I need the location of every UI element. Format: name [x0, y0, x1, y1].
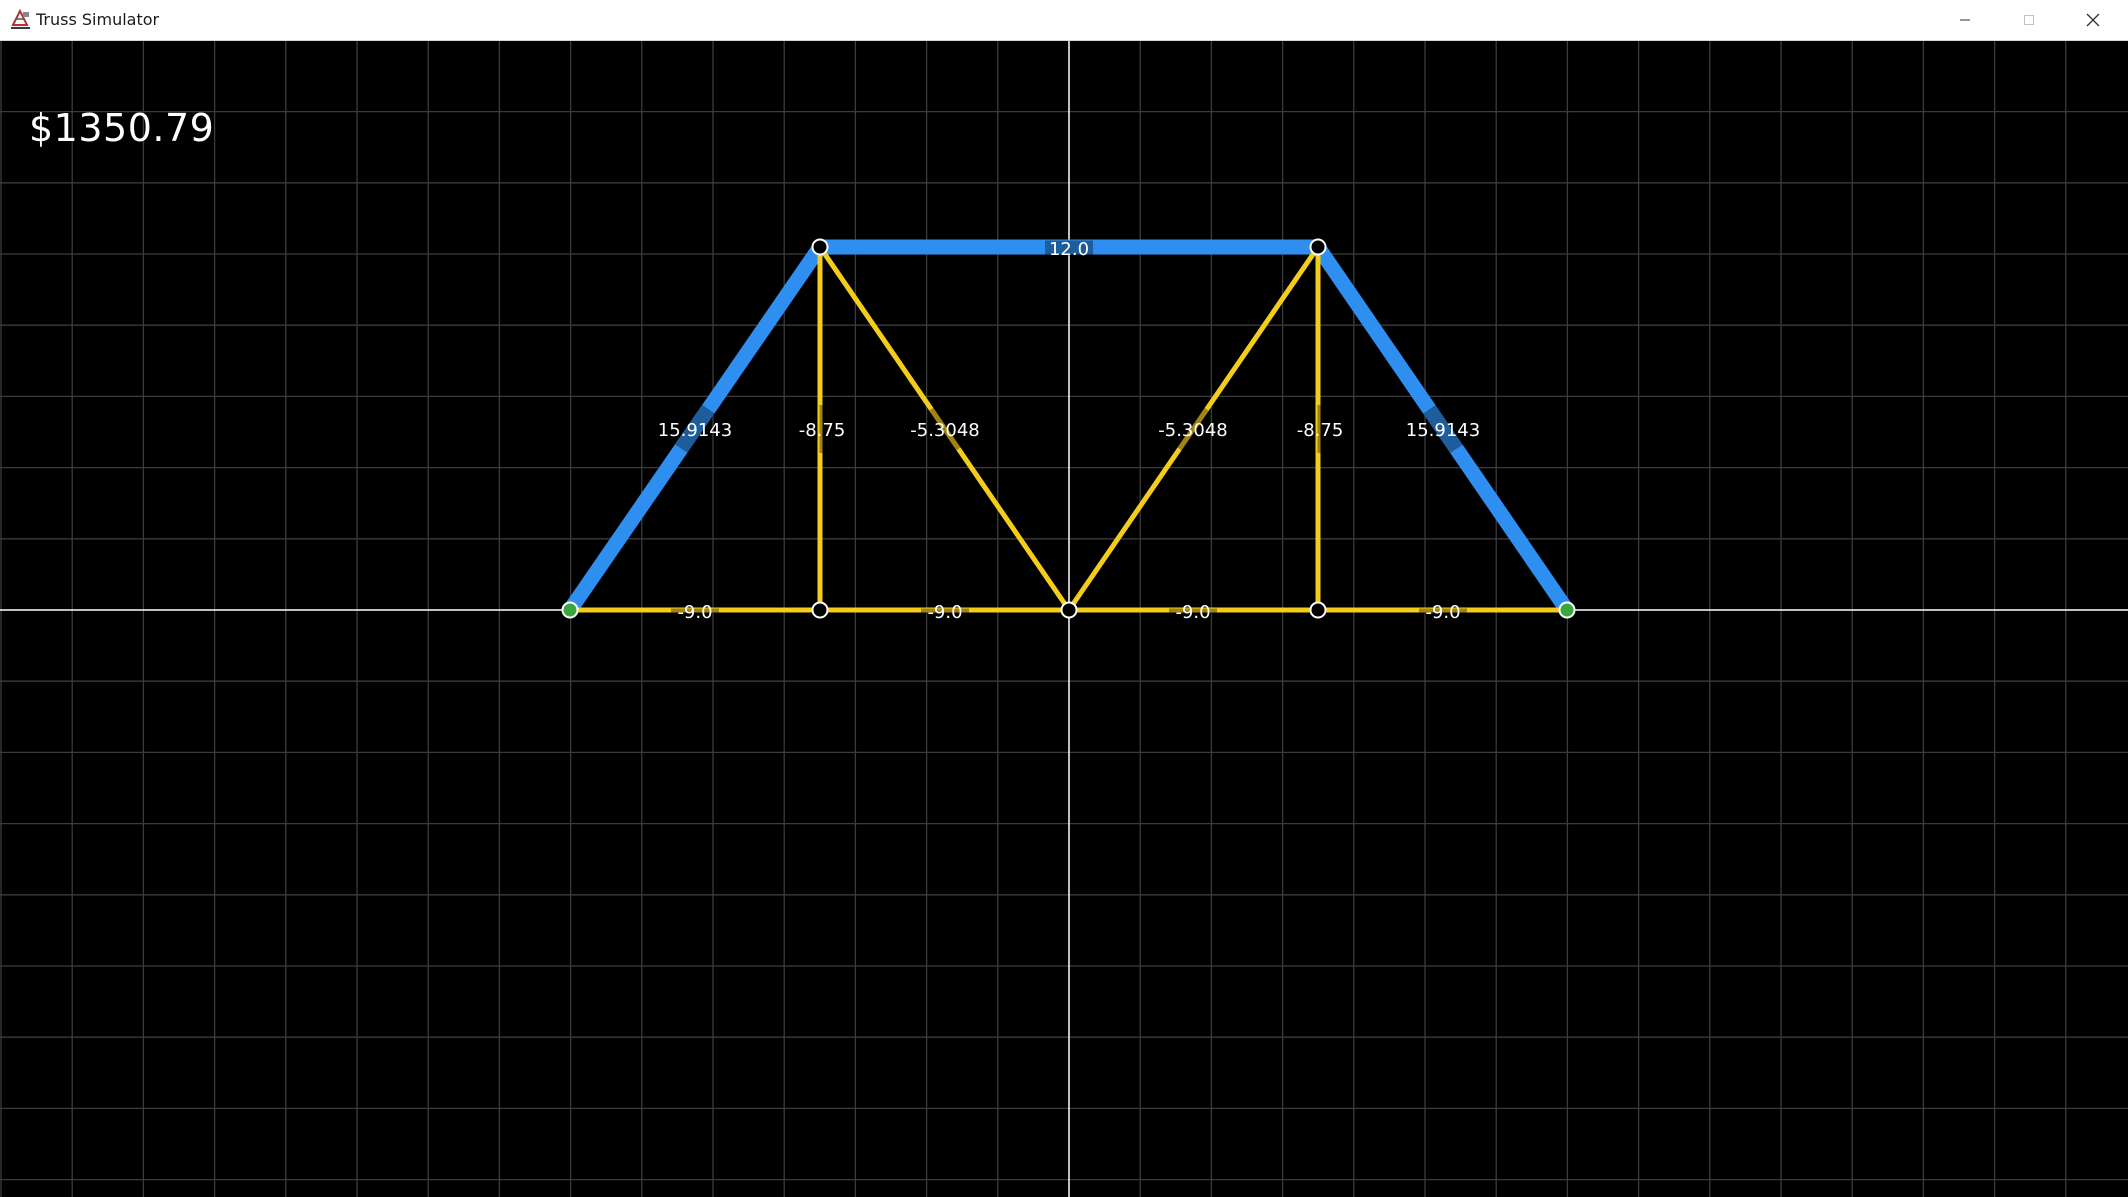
support-joint-A[interactable]	[561, 601, 579, 619]
truss-drawing[interactable]: 15.9143 12.0 15.9143 -8.75 -5.3048 -5.3048 -8.…	[0, 41, 2128, 1197]
cost-display: $1350.79	[29, 106, 215, 150]
truss-simulator-window: Truss Simulator 15.9143 12.0 15.9143 -8.…	[0, 0, 2128, 1197]
window-title: Truss Simulator	[36, 10, 160, 29]
member-force-label: -5.3048	[1158, 420, 1227, 441]
member-force-label: -5.3048	[910, 420, 979, 441]
truss-app-icon	[9, 9, 32, 31]
joint-C[interactable]	[1060, 601, 1078, 619]
member-force-label: 15.9143	[1406, 420, 1480, 441]
joint-G[interactable]	[1309, 238, 1327, 256]
joint-B[interactable]	[811, 601, 829, 619]
close-icon	[2086, 13, 2100, 27]
close-button[interactable]	[2061, 0, 2125, 40]
member-force-label: -8.75	[799, 420, 846, 441]
member-force-label: 15.9143	[658, 420, 732, 441]
joint-D[interactable]	[1309, 601, 1327, 619]
minimize-icon	[1960, 19, 1970, 21]
maximize-button[interactable]	[1997, 0, 2061, 40]
support-joint-E[interactable]	[1558, 601, 1576, 619]
truss-canvas[interactable]: 15.9143 12.0 15.9143 -8.75 -5.3048 -5.3048 -8.…	[0, 41, 2128, 1197]
member-force-label: -9.0	[1425, 602, 1460, 623]
member-force-label: -9.0	[677, 602, 712, 623]
member-force-label: -9.0	[927, 602, 962, 623]
member-force-label: -8.75	[1297, 420, 1344, 441]
member-force-label: -9.0	[1175, 602, 1210, 623]
joint-F[interactable]	[811, 238, 829, 256]
grid	[0, 41, 2128, 1197]
minimize-button[interactable]	[1933, 0, 1997, 40]
title-bar[interactable]: Truss Simulator	[0, 0, 2128, 41]
axes	[0, 41, 2128, 1197]
member-force-label: 12.0	[1049, 239, 1089, 260]
maximize-icon	[2024, 15, 2034, 25]
